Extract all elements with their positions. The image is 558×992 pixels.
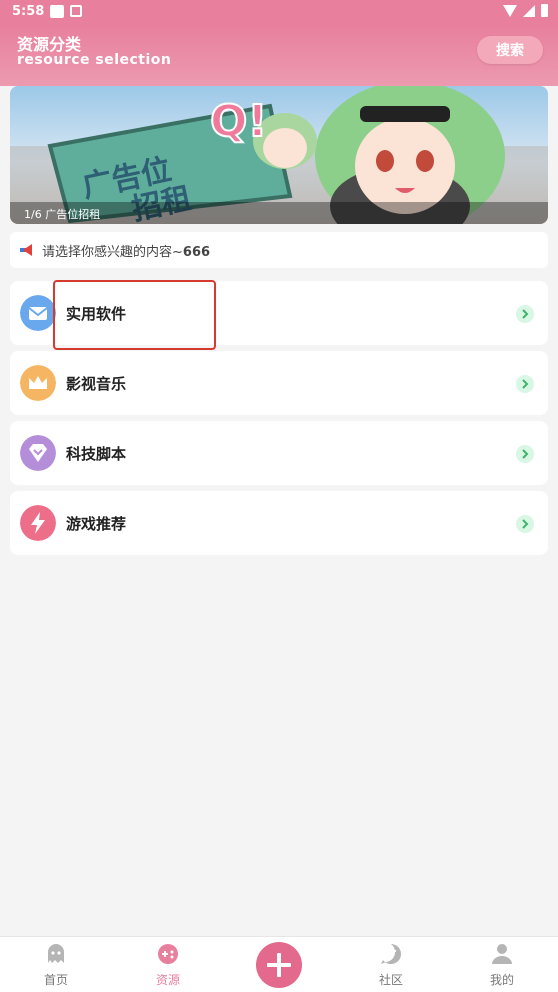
plus-icon: [267, 953, 291, 977]
battery-icon: [541, 4, 548, 17]
app-notification-icon: [70, 5, 82, 17]
nav-home-label: 首页: [43, 973, 68, 987]
nav-resources-label: 资源: [155, 973, 180, 987]
megaphone-icon: [20, 244, 32, 256]
nav-community-label: 社区: [378, 973, 403, 987]
category-label: 游戏推荐: [66, 515, 127, 533]
category-item-media[interactable]: 影视音乐: [10, 351, 548, 415]
gem-icon: [20, 435, 56, 471]
nav-mine-label: 我的: [489, 973, 514, 987]
nav-home[interactable]: 首页: [16, 937, 96, 992]
search-button[interactable]: 搜索: [477, 36, 543, 64]
chevron-right-icon: [516, 375, 534, 393]
category-label: 科技脚本: [66, 445, 127, 463]
ghost-icon: [48, 944, 64, 963]
status-time: 5:58: [12, 4, 45, 19]
category-item-scripts[interactable]: 科技脚本: [10, 421, 548, 485]
chat-icon: [381, 944, 401, 964]
ad-banner[interactable]: 广告位 招租 Q! 1/6 广告位招租: [10, 86, 548, 224]
banner-caption: 1/6 广告位招租: [10, 202, 548, 224]
chevron-right-icon: [516, 515, 534, 533]
page-subtitle: resource selection: [17, 52, 172, 68]
signal-icon: [523, 4, 535, 17]
mail-icon: [20, 295, 56, 331]
nav-resources[interactable]: 资源: [128, 937, 208, 992]
lightning-icon: [20, 505, 56, 541]
chevron-right-icon: [516, 305, 534, 323]
notice-text: 请选择你感兴趣的内容~666: [42, 241, 210, 260]
notice-prefix: 请选择你感兴趣的内容~: [42, 244, 183, 260]
status-bar: 5:58: [0, 0, 558, 26]
category-item-games[interactable]: 游戏推荐: [10, 491, 548, 555]
selection-highlight-box: [53, 280, 216, 350]
notification-icon: [50, 5, 64, 18]
gamepad-icon: [158, 944, 178, 964]
chevron-right-icon: [516, 445, 534, 463]
page-header: 资源分类 resource selection 搜索: [0, 26, 558, 86]
notice-emphasis: 666: [182, 244, 211, 260]
category-label: 影视音乐: [66, 375, 127, 393]
add-button[interactable]: [256, 942, 302, 988]
nav-mine[interactable]: 我的: [462, 937, 542, 992]
wifi-icon: [503, 4, 517, 17]
nav-community[interactable]: 社区: [351, 937, 431, 992]
notice-bar: 请选择你感兴趣的内容~666: [10, 232, 548, 268]
svg-text:Q!: Q!: [210, 96, 267, 147]
crown-icon: [20, 365, 56, 401]
user-icon: [492, 944, 512, 964]
